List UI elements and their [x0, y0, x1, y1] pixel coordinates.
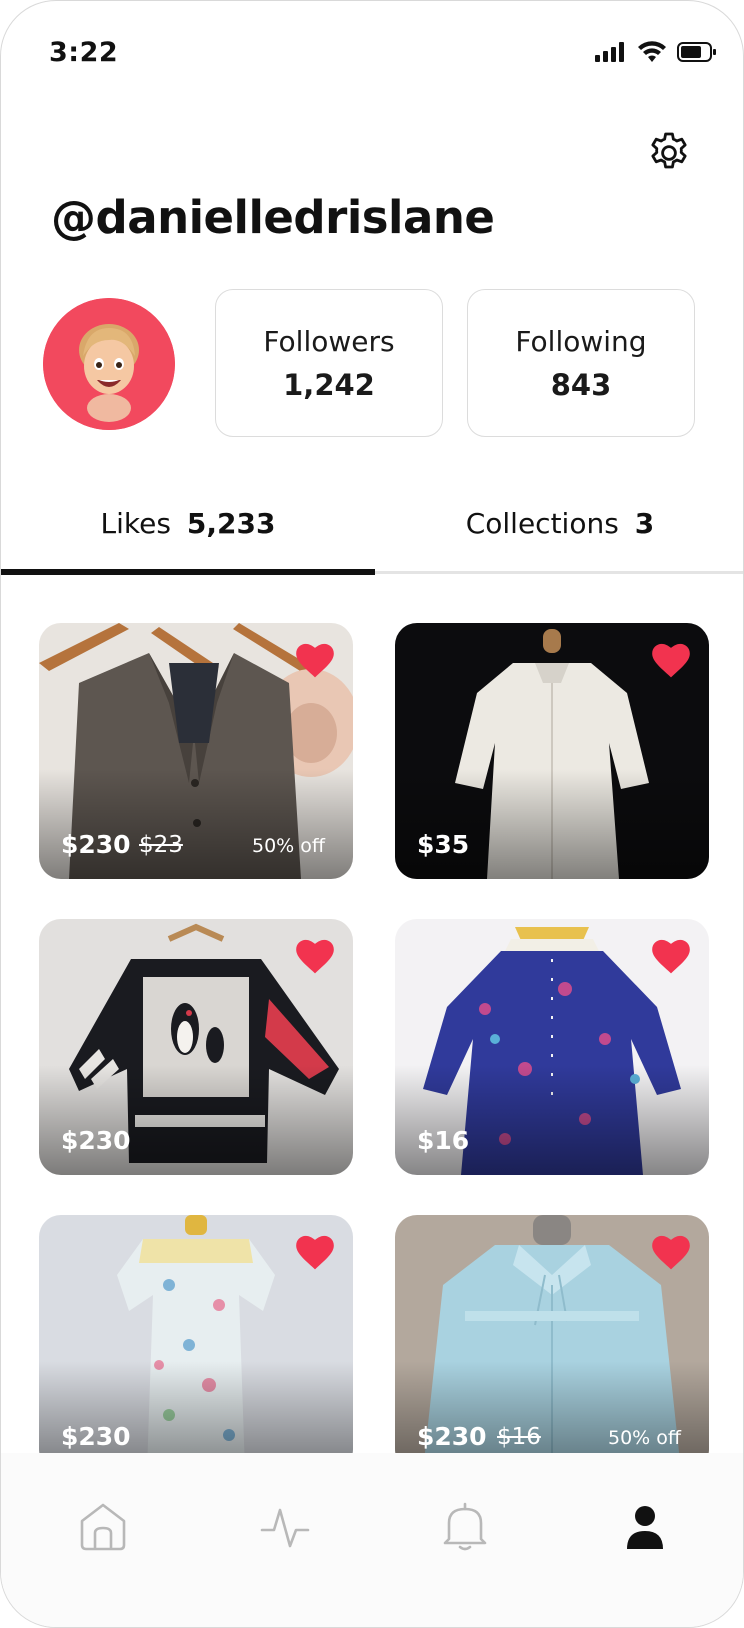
home-icon — [80, 1503, 126, 1551]
nav-notifications[interactable] — [435, 1497, 495, 1557]
product-card[interactable]: $230 — [39, 919, 353, 1175]
product-card[interactable]: $16 — [395, 919, 709, 1175]
bell-icon — [443, 1502, 487, 1551]
tab-likes-count: 5,233 — [186, 507, 276, 540]
tab-collections[interactable]: Collections 3 — [375, 489, 743, 577]
nav-activity[interactable] — [255, 1497, 315, 1557]
product-price: $230 — [61, 1126, 131, 1155]
avatar[interactable] — [43, 298, 175, 430]
gear-icon — [651, 132, 687, 169]
bottom-nav — [1, 1453, 743, 1627]
tab-divider — [375, 571, 743, 574]
battery-icon — [677, 42, 716, 62]
image-shade — [39, 1065, 353, 1175]
status-icons — [595, 41, 717, 63]
tab-likes-label: Likes — [100, 507, 171, 540]
memoji-image — [43, 298, 175, 430]
discount-label: 50% off — [252, 835, 325, 857]
followers-card[interactable]: Followers 1,242 — [215, 289, 443, 437]
tab-likes[interactable]: Likes 5,233 — [1, 489, 375, 577]
heart-icon[interactable] — [651, 643, 691, 679]
profile-screen: 3:22 @danielledrislane Followers 1,242 F… — [0, 0, 744, 1628]
product-price: $230 — [61, 830, 131, 859]
following-card[interactable]: Following 843 — [467, 289, 695, 437]
profile-tabs: Likes 5,233 Collections 3 — [1, 489, 743, 577]
image-shade — [395, 769, 709, 879]
product-card[interactable]: $35 — [395, 623, 709, 879]
heart-icon[interactable] — [295, 939, 335, 975]
following-count: 843 — [550, 367, 612, 402]
product-card[interactable]: $230 — [39, 1215, 353, 1453]
discount-label: 50% off — [608, 1427, 681, 1449]
profile-icon — [627, 1506, 663, 1549]
nav-home[interactable] — [73, 1497, 133, 1557]
followers-count: 1,242 — [283, 367, 375, 402]
image-shade — [395, 1065, 709, 1175]
tab-collections-count: 3 — [634, 507, 655, 540]
settings-button[interactable] — [641, 125, 697, 181]
heart-icon[interactable] — [651, 939, 691, 975]
signal-icon — [595, 42, 624, 62]
activity-icon — [260, 1508, 310, 1548]
profile-username: @danielledrislane — [51, 191, 495, 244]
liked-items-grid: $230 $23 50% off $35 $230 $16 $230 $230 … — [1, 577, 743, 1453]
heart-icon[interactable] — [651, 1235, 691, 1271]
product-price: $230 — [61, 1422, 131, 1451]
following-label: Following — [515, 324, 647, 358]
nav-profile[interactable] — [615, 1497, 675, 1557]
product-old-price: $16 — [497, 1424, 541, 1450]
product-old-price: $23 — [139, 832, 183, 858]
image-shade — [39, 769, 353, 879]
followers-label: Followers — [263, 324, 395, 358]
heart-icon[interactable] — [295, 643, 335, 679]
product-price: $35 — [417, 830, 470, 859]
product-price: $16 — [417, 1126, 470, 1155]
product-card[interactable]: $230 $23 50% off — [39, 623, 353, 879]
tab-collections-label: Collections — [465, 507, 619, 540]
status-time: 3:22 — [49, 37, 119, 68]
tab-active-indicator — [1, 569, 375, 575]
product-price: $230 — [417, 1422, 487, 1451]
heart-icon[interactable] — [295, 1235, 335, 1271]
wifi-icon — [638, 41, 666, 62]
product-card[interactable]: $230 $16 50% off — [395, 1215, 709, 1453]
